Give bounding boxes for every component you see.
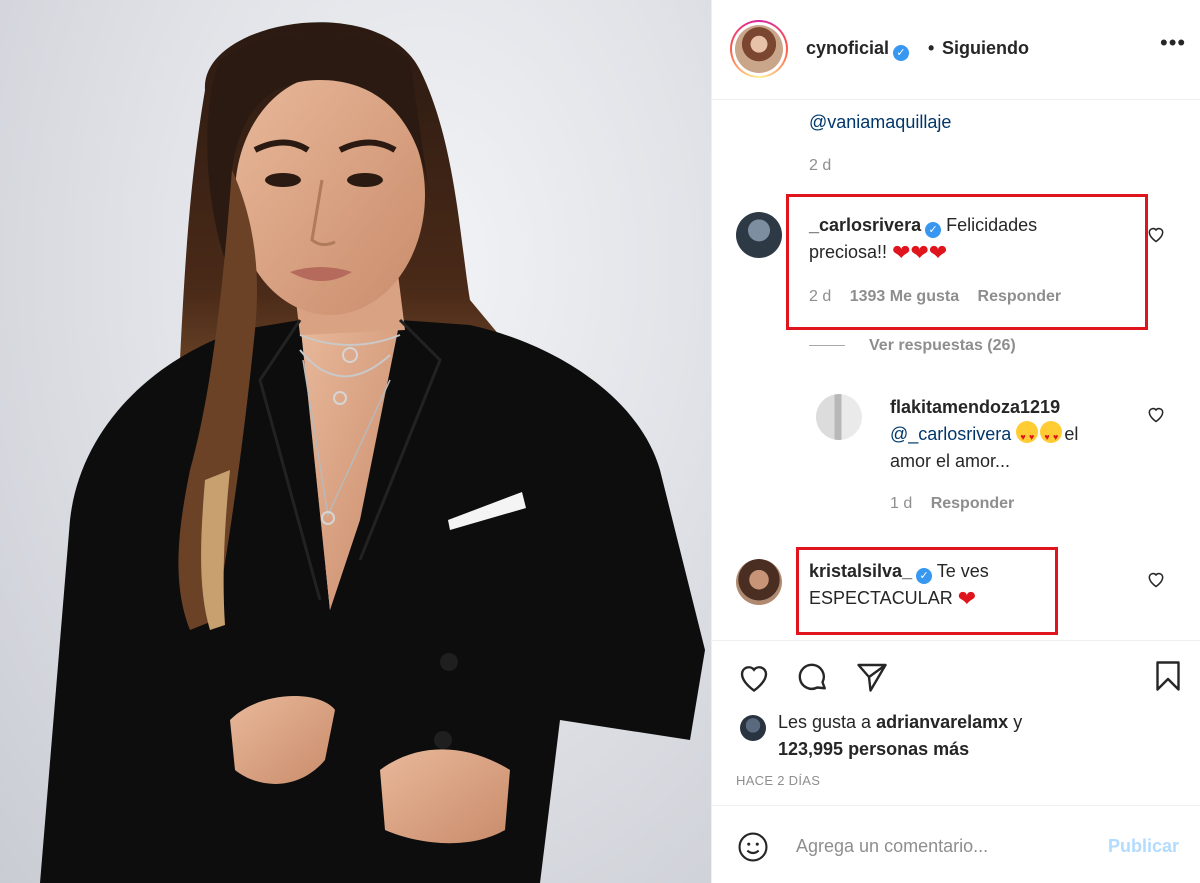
bookmark-icon[interactable] <box>1150 657 1186 695</box>
heart-eyes-emoji-icon <box>1040 421 1063 451</box>
commenter-avatar[interactable] <box>736 559 782 605</box>
likes-prefix: Les gusta a <box>778 712 872 732</box>
comment-item: _carlosrivera ✓ Felicidades preciosa!! ❤❤… <box>712 100 1200 340</box>
like-comment-heart-icon[interactable] <box>1146 224 1166 244</box>
reply-text-line3: amor el amor... <box>890 451 1011 471</box>
likes-suffix: y <box>1013 712 1023 732</box>
like-comment-heart-icon[interactable] <box>1146 569 1166 589</box>
post-header: cynoficial ✓ • Siguiendo ••• <box>712 0 1200 100</box>
highlight-box <box>786 194 1148 330</box>
reply-item: flakitamendoza1219 @_carlosrivera el amo… <box>712 380 1200 530</box>
comment-bubble-icon[interactable] <box>794 659 830 695</box>
view-replies-label: Ver respuestas (26) <box>869 337 1016 354</box>
reply-time[interactable]: 1 d <box>890 495 912 512</box>
likes-count[interactable]: 123,995 personas más <box>778 739 969 759</box>
commenter-avatar[interactable] <box>736 212 782 258</box>
replier-avatar[interactable] <box>816 394 862 440</box>
reply-button[interactable]: Responder <box>931 495 1015 512</box>
author-username[interactable]: cynoficial <box>806 38 889 58</box>
add-comment-bar: Agrega un comentario... Publicar <box>712 805 1200 883</box>
author-username-wrap[interactable]: cynoficial ✓ <box>806 38 910 61</box>
author-avatar[interactable] <box>730 20 788 78</box>
liker-username[interactable]: adrianvarelamx <box>876 712 1008 732</box>
header-separator: • <box>928 38 935 58</box>
like-reply-heart-icon[interactable] <box>1146 404 1166 424</box>
smiley-icon[interactable] <box>736 830 770 864</box>
follow-status-button[interactable]: Siguiendo <box>942 38 1029 59</box>
replier-username[interactable]: flakitamendoza1219 <box>890 397 1060 417</box>
reply-mention[interactable]: @_carlosrivera <box>890 424 1011 444</box>
comment-item: kristalsilva_ ✓ Te ves ESPECTACULAR ❤ <box>712 545 1200 640</box>
action-bar: Les gusta a adrianvarelamx y 123,995 per… <box>712 640 1200 800</box>
publish-button[interactable]: Publicar <box>1108 836 1179 857</box>
verified-badge-icon: ✓ <box>893 45 910 61</box>
post-side-panel: cynoficial ✓ • Siguiendo ••• @vaniamaquil… <box>711 0 1200 883</box>
reply-body: flakitamendoza1219 @_carlosrivera el amo… <box>890 394 1140 475</box>
more-options-icon[interactable]: ••• <box>1160 30 1186 56</box>
view-replies-line <box>809 345 845 347</box>
heart-eyes-emoji-icon <box>1016 421 1039 451</box>
portrait-illustration <box>40 22 705 883</box>
view-replies-button[interactable]: Ver respuestas (26) <box>809 337 1016 355</box>
reply-text: el <box>1064 424 1079 444</box>
reply-meta: 1 d Responder <box>890 495 1028 513</box>
heart-icon[interactable] <box>736 659 772 695</box>
highlight-box <box>796 547 1058 635</box>
post-photo <box>0 0 711 883</box>
likes-text: Les gusta a adrianvarelamx y 123,995 per… <box>778 709 1178 763</box>
comments-list[interactable]: @vaniamaquillaje 2 d _carlosrivera ✓ Feli… <box>712 100 1200 640</box>
paper-plane-icon[interactable] <box>854 659 890 695</box>
liker-avatar[interactable] <box>740 715 766 741</box>
post-time-ago[interactable]: HACE 2 DÍAS <box>736 773 820 788</box>
comment-input[interactable]: Agrega un comentario... <box>796 836 988 857</box>
